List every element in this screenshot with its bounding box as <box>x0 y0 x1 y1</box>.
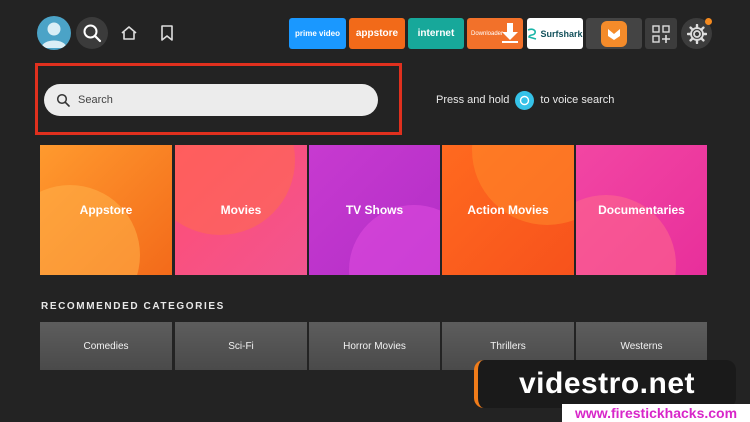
category-label: Appstore <box>79 203 133 217</box>
app-label: Downloader <box>471 30 504 37</box>
watermark-text: videstro.net <box>518 367 696 400</box>
nav-home-button[interactable] <box>113 17 145 49</box>
watermark-videstro: videstro.net <box>474 360 736 408</box>
app-label: appstore <box>355 28 399 39</box>
recommended-label: Westerns <box>620 340 663 352</box>
launcher-logo <box>601 20 627 47</box>
app-label: internet <box>417 28 455 39</box>
all-apps-button[interactable] <box>645 18 677 49</box>
app-launcher[interactable] <box>586 18 642 49</box>
profile-avatar[interactable] <box>37 16 71 50</box>
surfshark-logo-icon <box>528 27 537 40</box>
category-tile-tv-shows[interactable]: TV Shows <box>309 145 440 275</box>
search-icon <box>56 93 70 107</box>
watermark-firestickhacks: www.firestickhacks.com <box>562 404 750 422</box>
app-downloader[interactable]: Downloader <box>467 18 523 49</box>
category-label: Documentaries <box>598 203 685 217</box>
category-tile-movies[interactable]: Movies <box>175 145 307 275</box>
app-label: prime video <box>295 29 340 38</box>
recommended-tile-horror-movies[interactable]: Horror Movies <box>309 322 440 370</box>
recommended-label: Sci-Fi <box>228 340 254 352</box>
launcher-icon <box>608 28 620 40</box>
voice-hint-text-post: to voice search <box>540 94 615 106</box>
recommended-categories-heading: RECOMMENDED CATEGORIES <box>41 301 225 312</box>
nav-search-button[interactable] <box>76 17 108 49</box>
tile-decoration <box>175 145 295 235</box>
top-navigation-bar: prime video appstore internet Downloader… <box>0 0 750 66</box>
search-placeholder: Search <box>78 94 113 106</box>
search-input[interactable]: Search <box>44 84 378 116</box>
app-surfshark[interactable]: Surfshark <box>527 18 583 49</box>
nav-watchlist-button[interactable] <box>151 17 183 49</box>
category-tile-action-movies[interactable]: Action Movies <box>442 145 574 275</box>
category-label: Movies <box>220 203 262 217</box>
category-label: Action Movies <box>467 203 549 217</box>
watermark-strip-text: www.firestickhacks.com <box>574 405 738 421</box>
category-tile-appstore[interactable]: Appstore <box>40 145 172 275</box>
home-icon <box>121 26 137 40</box>
notification-dot <box>705 18 712 25</box>
app-appstore[interactable]: appstore <box>349 18 405 49</box>
search-icon <box>83 24 102 43</box>
user-icon <box>41 22 67 48</box>
app-label: Surfshark <box>540 28 583 39</box>
alexa-icon <box>515 90 535 110</box>
recommended-label: Horror Movies <box>343 340 406 352</box>
recommended-tile-sci-fi[interactable]: Sci-Fi <box>175 322 307 370</box>
voice-search-hint: Press and hold to voice search <box>436 90 615 110</box>
tile-decoration <box>40 185 140 275</box>
gear-icon <box>686 23 707 44</box>
category-tile-documentaries[interactable]: Documentaries <box>576 145 707 275</box>
download-arrow-icon <box>502 23 518 43</box>
recommended-tile-comedies[interactable]: Comedies <box>40 322 172 370</box>
bookmark-icon <box>161 25 173 41</box>
voice-hint-text-pre: Press and hold <box>436 94 510 106</box>
app-internet[interactable]: internet <box>408 18 464 49</box>
apps-grid-icon <box>652 24 670 43</box>
category-label: TV Shows <box>345 203 404 217</box>
app-prime-video[interactable]: prime video <box>289 18 346 49</box>
recommended-label: Comedies <box>83 340 129 352</box>
recommended-label: Thrillers <box>490 340 526 352</box>
